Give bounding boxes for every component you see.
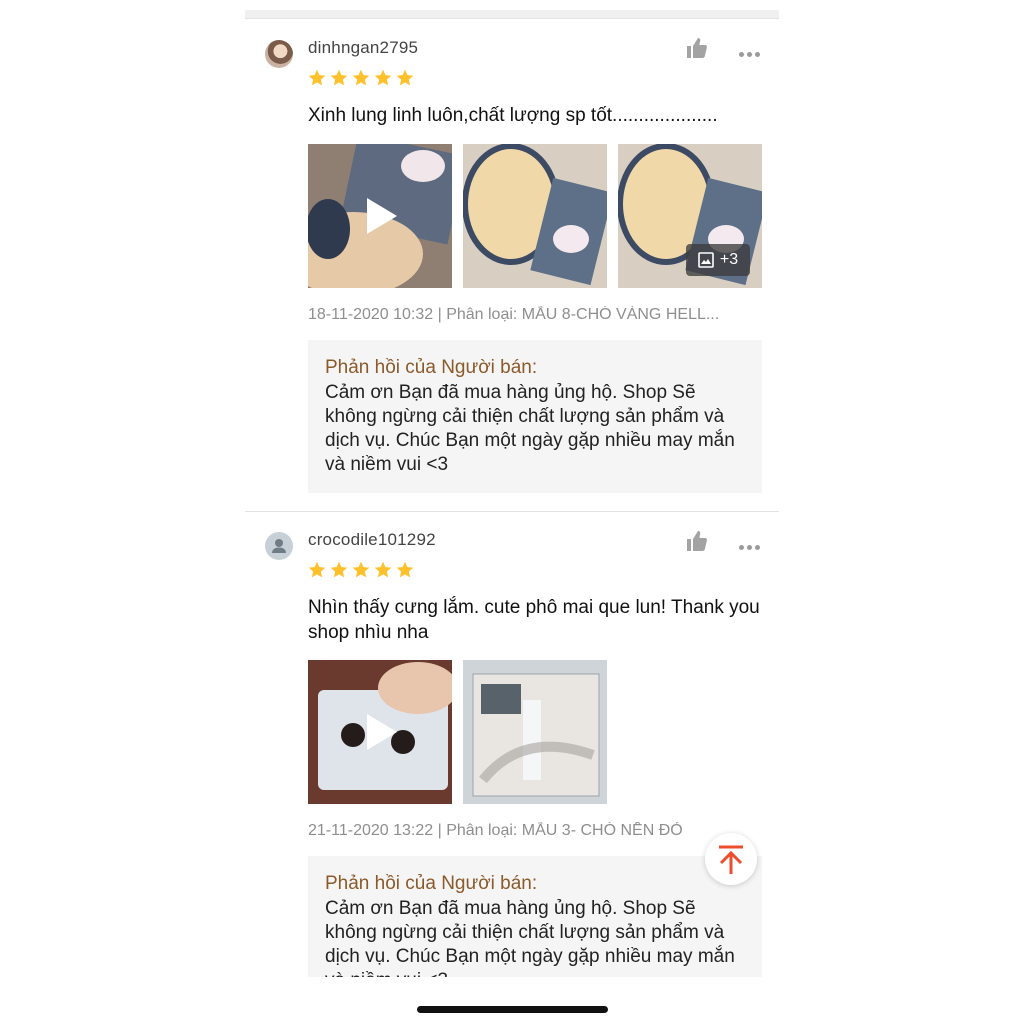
rating-stars: [307, 68, 415, 88]
rating-stars: [307, 560, 415, 580]
review-image-thumbnail[interactable]: [463, 144, 607, 288]
play-icon[interactable]: [365, 712, 399, 752]
avatar[interactable]: [265, 40, 293, 68]
star-icon: [352, 561, 370, 578]
more-horizontal-icon[interactable]: [739, 537, 765, 550]
review-meta: 18-11-2020 10:32 | Phân loại: MẪU 8-CHÓ …: [308, 306, 720, 323]
star-icon: [330, 561, 348, 578]
thumbs-up-icon[interactable]: [685, 36, 709, 60]
more-horizontal-icon[interactable]: [739, 44, 765, 57]
image-icon: [698, 252, 714, 268]
star-icon: [396, 561, 414, 578]
review-username[interactable]: crocodile101292: [308, 530, 436, 550]
review-meta: 21-11-2020 13:22 | Phân loại: MẪU 3- CHÓ…: [308, 822, 683, 839]
review-item: dinhngan2795 Xinh lung linh luôn,chất lư…: [245, 0, 779, 512]
doormat-photo: [463, 144, 607, 288]
review-video-thumbnail[interactable]: [308, 144, 452, 288]
seller-reply-text: Cảm ơn Bạn đã mua hàng ủng hộ. Shop Sẽ k…: [325, 898, 735, 977]
seller-reply: Phản hồi của Người bán: Cảm ơn Bạn đã mu…: [308, 340, 762, 493]
arrow-up-to-top-icon: [719, 845, 743, 874]
review-item: crocodile101292 Nhìn thấy cưng lắm. cute…: [245, 512, 779, 977]
star-icon: [374, 69, 392, 86]
seller-reply-text: Cảm ơn Bạn đã mua hàng ủng hộ. Shop Sẽ k…: [325, 382, 735, 475]
star-icon: [308, 69, 326, 86]
review-comment: Nhìn thấy cưng lắm. cute phô mai que lun…: [308, 597, 760, 643]
thumbs-up-icon[interactable]: [685, 529, 709, 553]
star-icon: [352, 69, 370, 86]
star-icon: [330, 69, 348, 86]
review-media: +3: [308, 144, 762, 288]
avatar[interactable]: [265, 532, 293, 560]
more-media-badge[interactable]: +3: [686, 244, 750, 276]
seller-reply-title: Phản hồi của Người bán:: [325, 873, 538, 894]
seller-reply: Phản hồi của Người bán: Cảm ơn Bạn đã mu…: [308, 856, 762, 977]
more-media-count: +3: [719, 251, 739, 268]
product-photo: [463, 660, 607, 804]
review-comment: Xinh lung linh luôn,chất lượng sp tốt...…: [308, 105, 718, 126]
review-video-thumbnail[interactable]: [308, 660, 452, 804]
user-icon: [272, 539, 286, 553]
star-icon: [396, 69, 414, 86]
star-icon: [308, 561, 326, 578]
star-icon: [374, 561, 392, 578]
home-indicator[interactable]: [417, 1006, 608, 1013]
review-media: [308, 660, 607, 804]
review-username[interactable]: dinhngan2795: [308, 38, 418, 58]
play-icon[interactable]: [365, 196, 399, 236]
review-image-thumbnail[interactable]: +3: [618, 144, 762, 288]
review-image-thumbnail[interactable]: [463, 660, 607, 804]
seller-reply-title: Phản hồi của Người bán:: [325, 357, 538, 378]
scroll-to-top-button[interactable]: [705, 833, 757, 885]
